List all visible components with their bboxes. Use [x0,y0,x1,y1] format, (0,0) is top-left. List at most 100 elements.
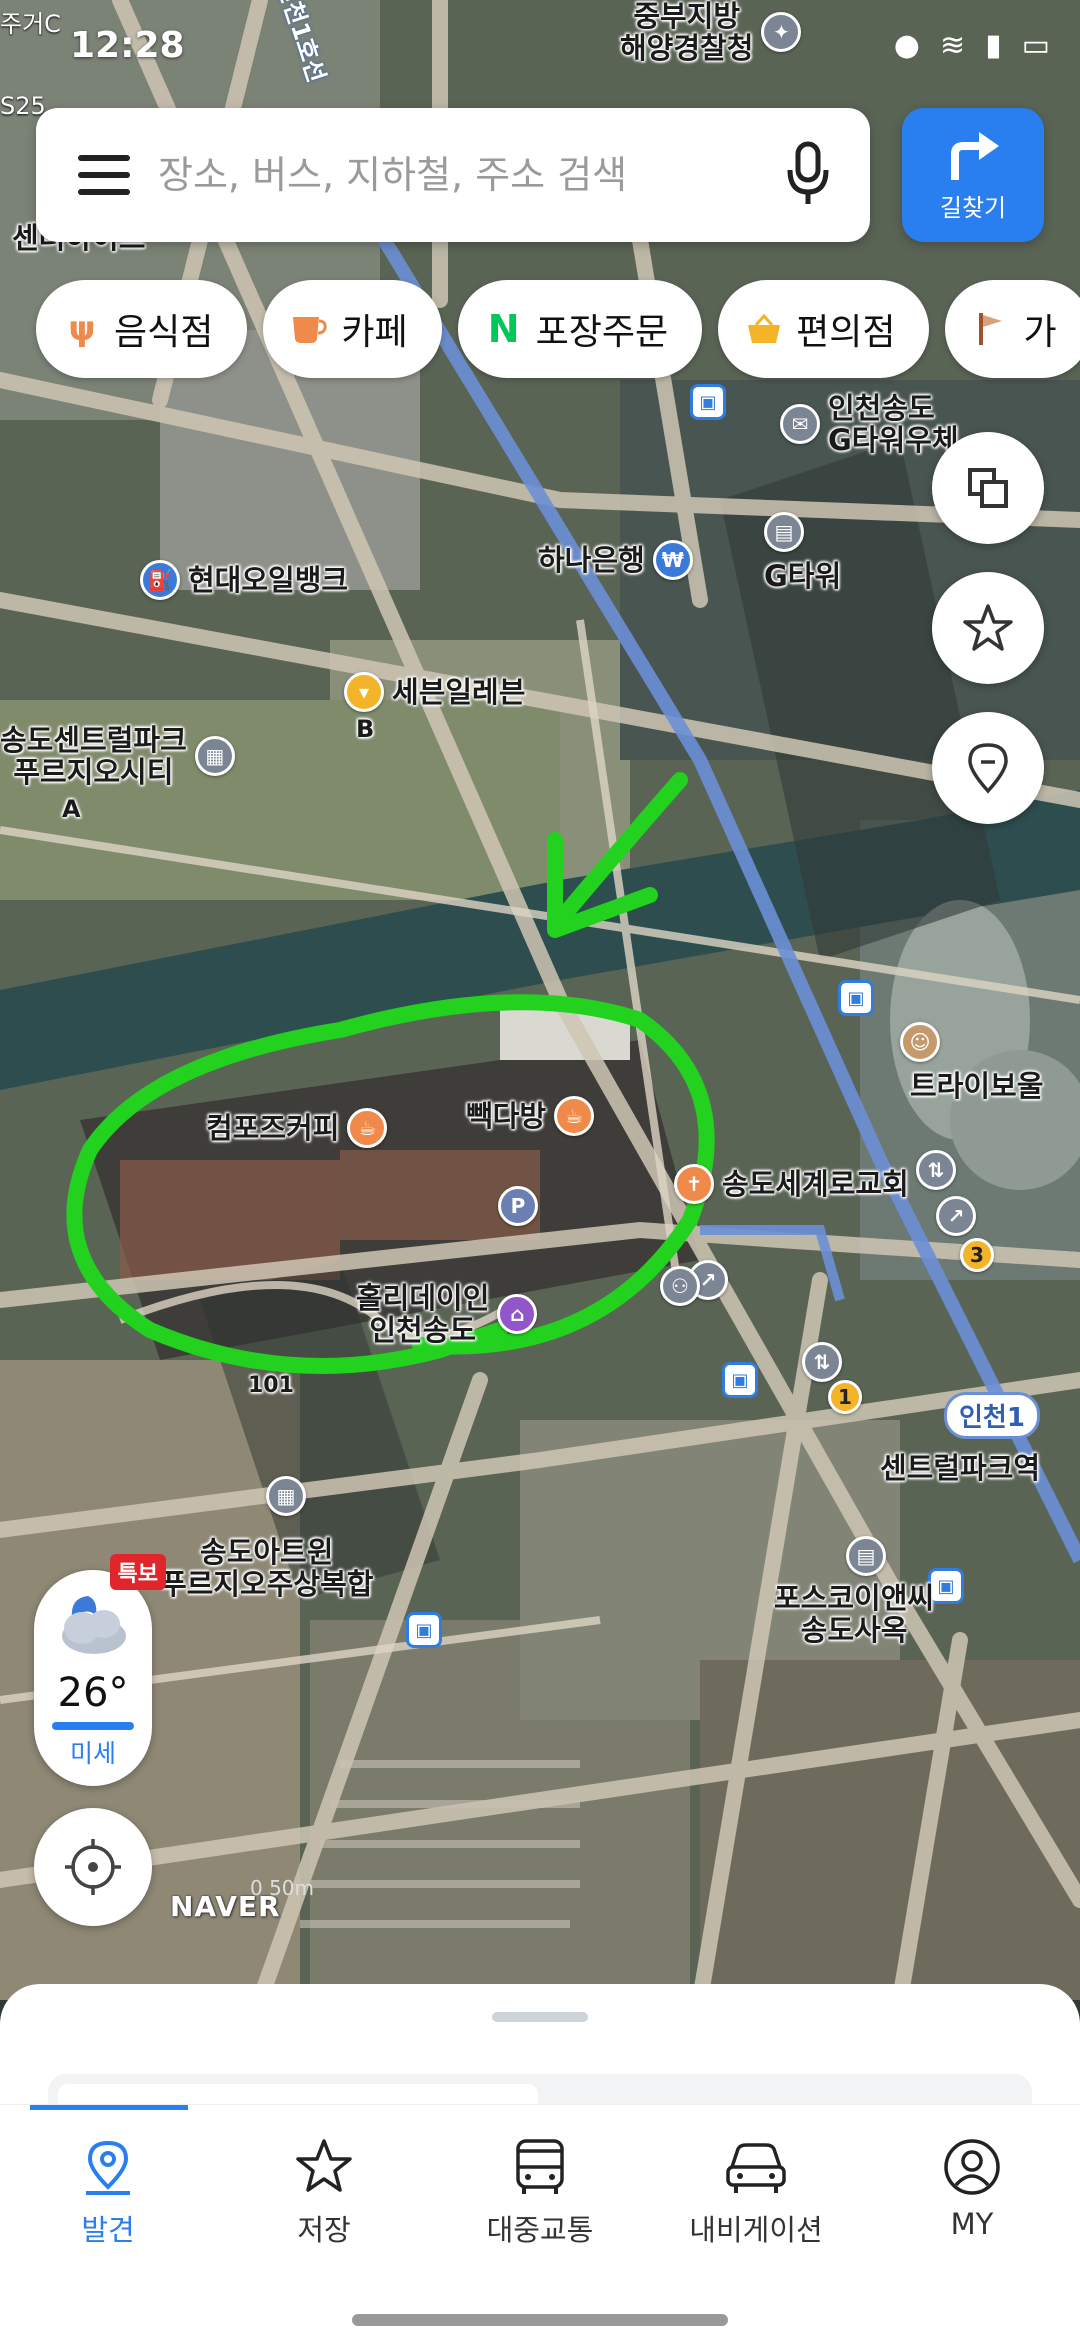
poi-central-park-station[interactable]: 센트럴파크역 [880,1452,1040,1485]
directions-label: 길찾기 [939,193,1007,222]
sheet-handle[interactable] [492,2012,588,2022]
status-icons: ● ≋ ▮ ▭ [894,28,1050,63]
tab-navigation[interactable]: 내비게이션 [648,2105,864,2300]
bank-icon: ₩ [652,540,693,580]
poi-hana-bank[interactable]: 하나은행 ₩ [538,540,693,580]
poi-songdo-central-park[interactable]: 송도센트럴파크 푸르지오시티 ▦ [0,724,235,789]
bus-stop-icon: ▣ [722,1362,758,1398]
poi-g-tower-label[interactable]: G타워 [764,560,841,593]
bus-stop-2[interactable]: ▣ [838,980,874,1016]
microphone-icon[interactable] [786,140,830,210]
escalator-icon: ↗ [936,1196,976,1236]
station-badge[interactable]: 인천1 [944,1392,1040,1439]
apartment-icon: ▦ [194,736,235,777]
coffee-icon: ☕ [554,1096,595,1136]
fork-knife-icon: ψ [68,309,96,349]
location-status-icon: ● [893,27,920,63]
poi-holiday-inn[interactable]: 홀리데이인 인천송도 ⌂ [356,1282,538,1347]
tab-transit[interactable]: 대중교통 [432,2105,648,2300]
wifi-icon: ≋ [939,27,966,63]
turn-arrow-icon [951,131,999,180]
poi-songdo-church[interactable]: ✝ 송도세계로교회 [674,1164,909,1204]
poi-posco-icon: ▤ [846,1536,886,1576]
poi-seven-eleven[interactable]: ▾ 세븐일레븐 [344,672,525,712]
dust-label: 미세 [69,1739,116,1768]
active-tab-indicator [30,2105,188,2110]
poi-apartment-icon: ▦ [266,1476,306,1516]
poi-art-twin[interactable]: 송도아트윈 푸르지오주상복합 [160,1536,373,1601]
bottom-tab-bar: 발견 저장 대중교통 내비게이션 MY [0,2104,1080,2300]
poi-songdo-central-a: A [62,795,81,823]
temperature: 26° [57,1670,129,1716]
poi-posco[interactable]: 포스코이앤씨 송도사옥 [774,1582,934,1647]
gas-station-icon: ⛽ [140,560,180,600]
coffee-icon: ☕ [347,1108,388,1148]
poi-compose-coffee[interactable]: 컴포즈커피 ☕ [206,1108,388,1148]
pin-button[interactable] [932,712,1044,824]
subway-exit-3[interactable]: 3 [960,1238,994,1272]
coffee-icon [291,311,327,347]
search-input[interactable] [158,153,786,197]
battery-icon: ▭ [1021,27,1050,63]
poi-escalator: ↗ [936,1196,976,1236]
poi-exit-markers: ⇅ [916,1150,956,1190]
tab-discover[interactable]: 발견 [0,2105,216,2300]
subway-exit-1[interactable]: 1 [828,1380,862,1414]
parking-marker[interactable]: P [498,1186,538,1226]
bus-icon [516,2139,564,2194]
poi-restroom: ⚇ [660,1266,700,1306]
bus-stop-4[interactable]: ▣ [406,1612,442,1648]
poi-paik-dabang[interactable]: 빽다방 ☕ [466,1096,595,1136]
weather-widget[interactable]: 특보 26° 미세 [34,1554,166,1786]
star-icon [963,604,1013,651]
layers-button[interactable] [932,432,1044,544]
poi-elevator-2: ⇅ [802,1342,842,1382]
status-left-text: 주거C [0,10,61,38]
chip-restaurant[interactable]: ψ 음식점 [36,280,248,378]
poi-hyundai-oil[interactable]: ⛽ 현대오일뱅크 [140,560,348,600]
alert-badge: 특보 [109,1554,166,1590]
hotel-icon: ⌂ [497,1294,538,1335]
building-101: 101 [248,1373,294,1398]
poi-g-tower-post[interactable]: ✉ 인천송도 G타워우체 [780,392,959,457]
bus-stop-3[interactable]: ▣ [722,1362,758,1398]
naver-n-icon: N [487,307,520,351]
bus-stop-icon: ▣ [690,384,726,420]
chip-takeout[interactable]: N 포장주문 [457,280,703,378]
person-icon [944,2139,1000,2195]
signal-icon: ▮ [985,27,1002,63]
my-location-button[interactable] [34,1808,152,1926]
elevator-icon: ⇅ [802,1342,842,1382]
chip-cafe[interactable]: 카페 [263,280,442,378]
poi-triple-bowl[interactable]: ☺ [900,1022,940,1062]
status-left-text-2: S25 [0,92,46,120]
elevator-icon: ⇅ [916,1150,956,1190]
tab-my[interactable]: MY [864,2105,1080,2300]
basket-icon [746,311,782,347]
search-bar[interactable] [36,108,870,242]
bus-stop-icon: ▣ [838,980,874,1016]
bus-stop-1[interactable]: ▣ [690,384,726,420]
system-nav-bar [0,2300,1080,2340]
status-bar: 주거C S25 12:28 ● ≋ ▮ ▭ [0,0,1080,120]
poi-triple-bowl-label[interactable]: 트라이보울 [910,1070,1043,1103]
car-icon [726,2143,786,2193]
post-office-icon: ✉ [780,404,820,445]
chip-more[interactable]: 가 [945,280,1080,378]
church-icon: ✝ [674,1164,714,1204]
poi-seven-b: B [356,715,375,743]
poi-g-tower[interactable]: ▤ [764,512,804,552]
status-time: 12:28 [70,24,185,66]
home-gesture-bar[interactable] [352,2314,728,2326]
favorites-button[interactable] [932,572,1044,684]
building-icon: ▤ [846,1536,886,1576]
theater-icon: ☺ [900,1022,940,1062]
bus-stop-icon: ▣ [406,1612,442,1648]
restroom-icon: ⚇ [660,1266,700,1306]
chip-convenience[interactable]: 편의점 [718,280,930,378]
menu-icon[interactable] [78,155,130,195]
dust-level-bar [52,1722,134,1730]
directions-button[interactable]: 길찾기 [902,108,1044,242]
tab-saved[interactable]: 저장 [216,2105,432,2300]
flag-icon [973,311,1009,347]
